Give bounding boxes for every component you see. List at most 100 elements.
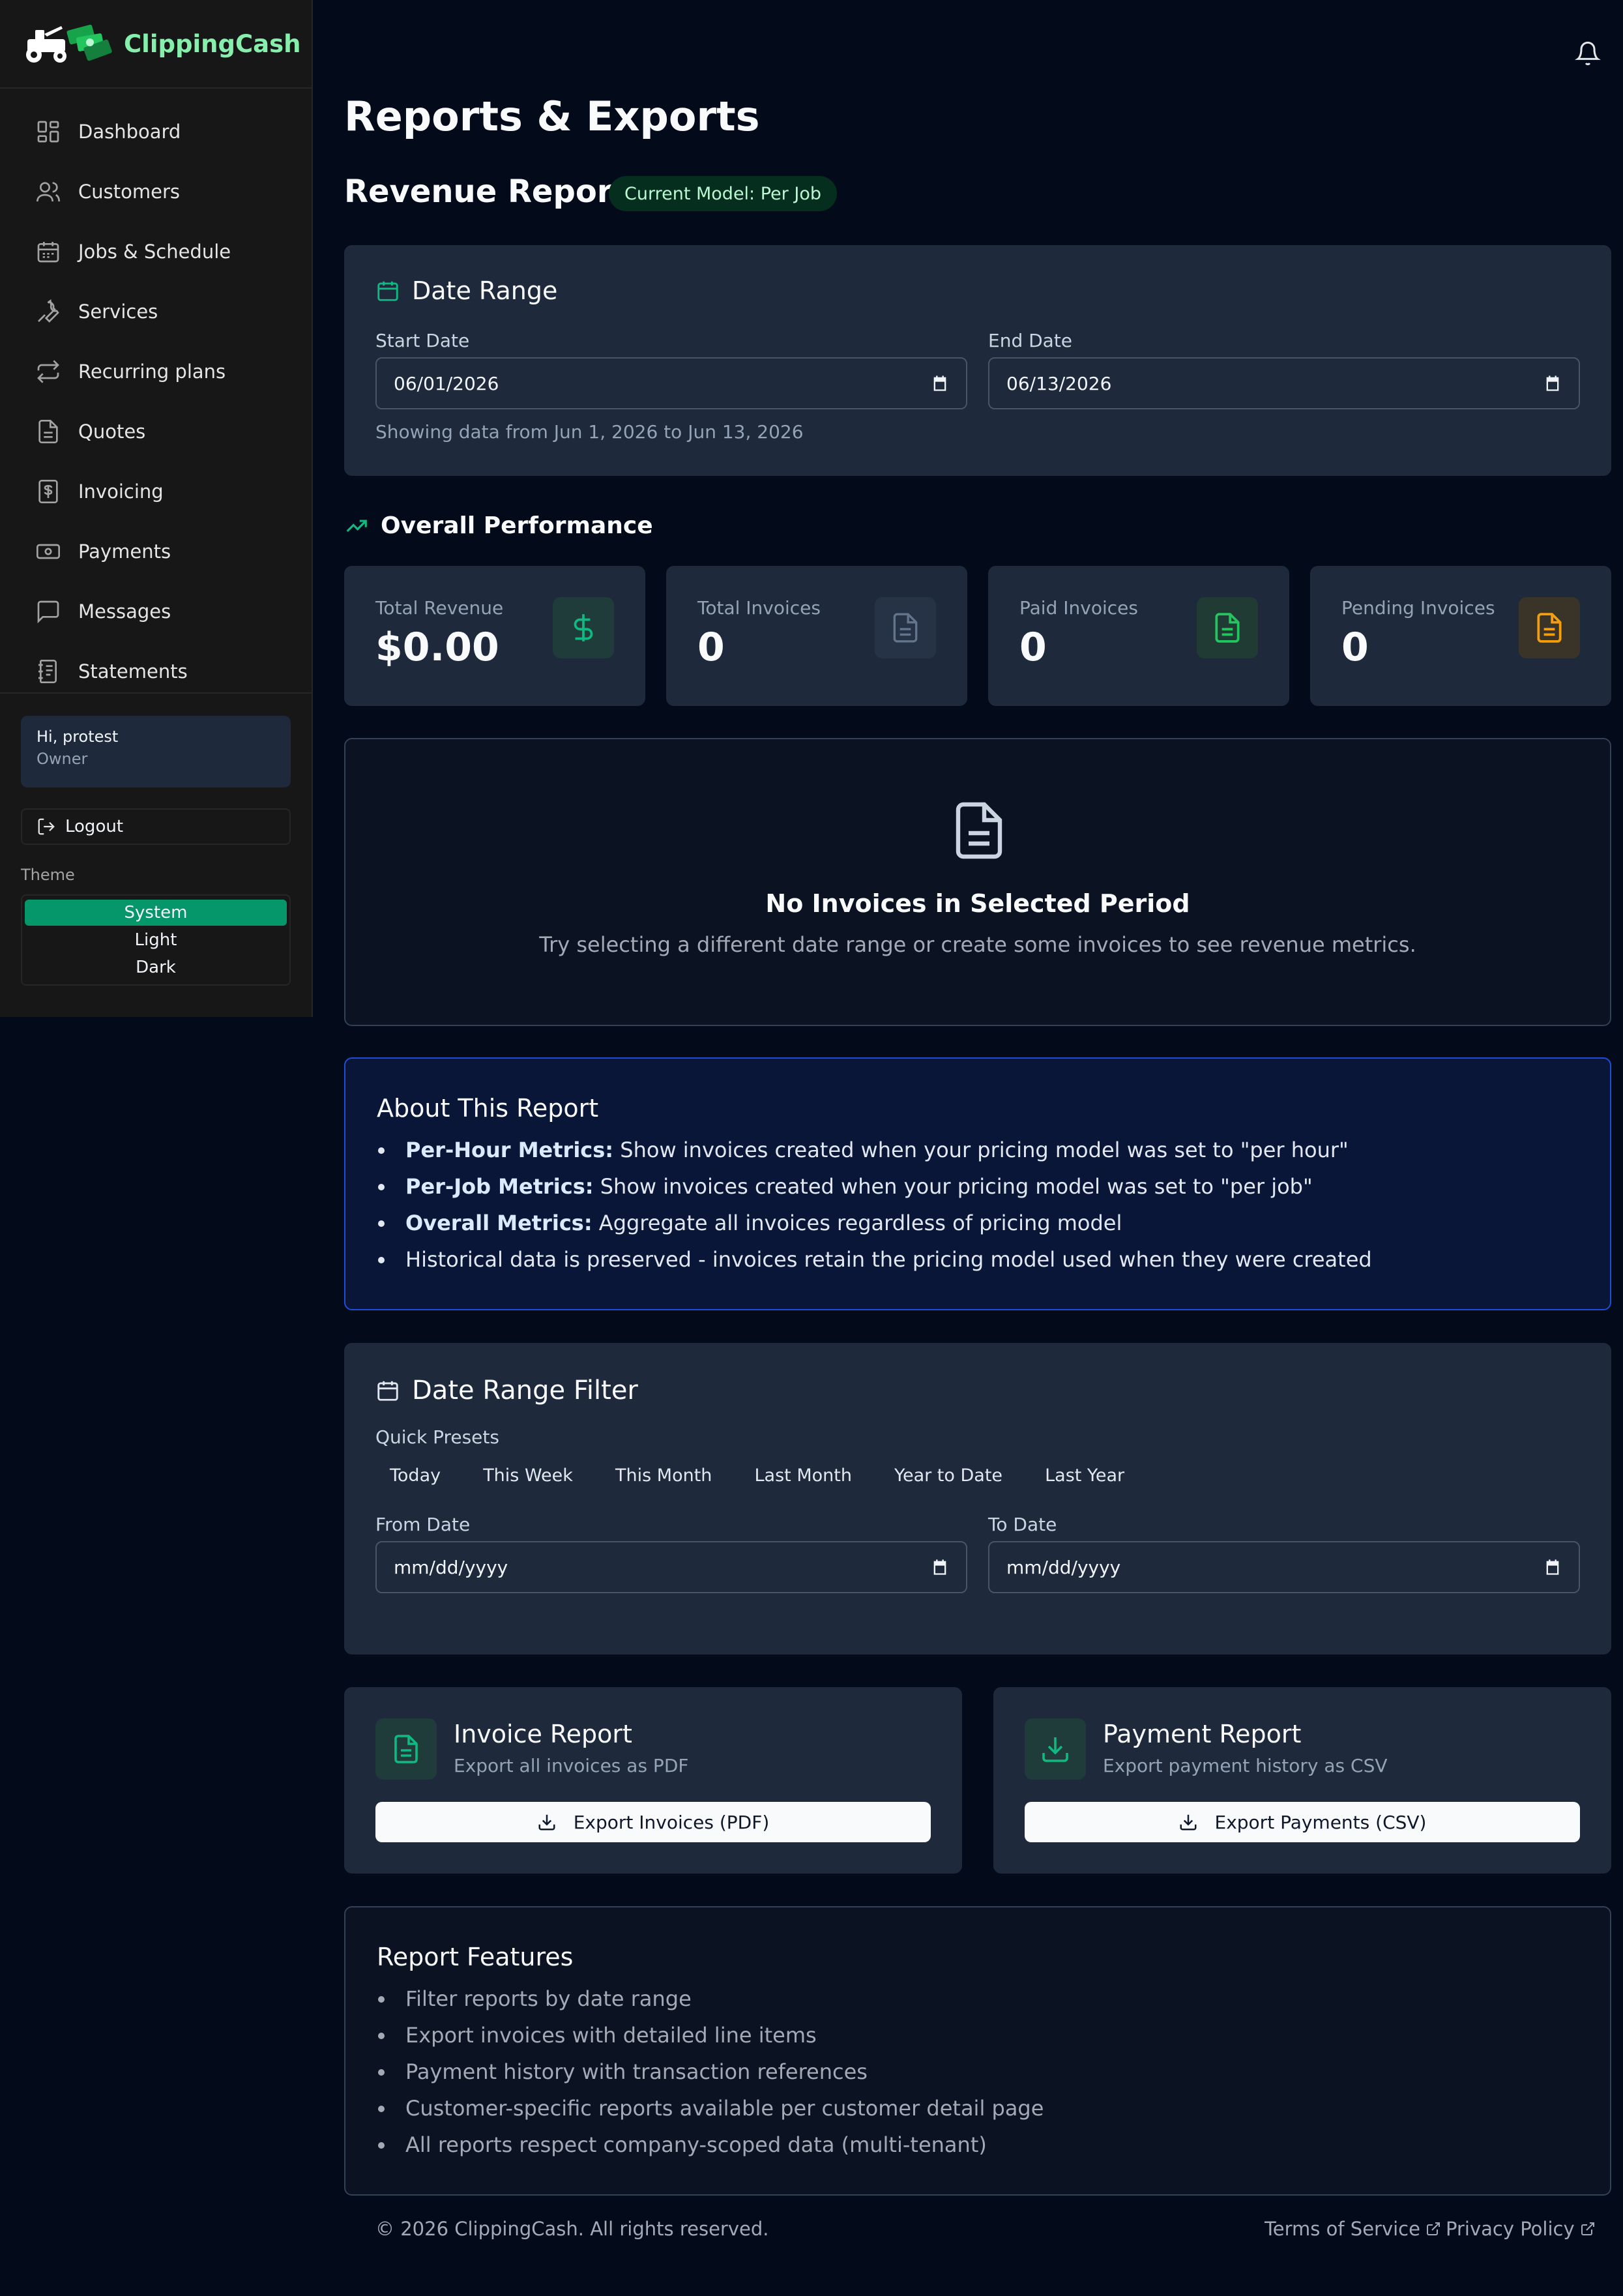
- export-payments-button[interactable]: Export Payments (CSV): [1025, 1802, 1580, 1842]
- document-icon: [1537, 613, 1562, 643]
- about-report-list: Per-Hour Metrics: Show invoices created …: [377, 1132, 1589, 1278]
- sidebar-item-jobs-schedule[interactable]: Jobs & Schedule: [0, 222, 312, 282]
- list-item: Overall Metrics: Aggregate all invoices …: [377, 1205, 1589, 1241]
- sidebar-item-dashboard[interactable]: Dashboard: [0, 102, 312, 162]
- sidebar-item-label: Statements: [78, 660, 188, 683]
- list-item: All reports respect company-scoped data …: [377, 2127, 1589, 2163]
- document-icon: [38, 420, 58, 443]
- stat-value: 0: [1019, 625, 1047, 670]
- list-item: Customer-specific reports available per …: [377, 2090, 1589, 2127]
- end-date-input[interactable]: 06/13/2026: [988, 357, 1580, 409]
- stat-card-total-revenue: Total Revenue $0.00: [344, 566, 645, 706]
- sidebar-nav: Dashboard Customers Jobs & Schedule Serv…: [0, 89, 312, 701]
- download-icon: [538, 1814, 555, 1831]
- theme-option-light[interactable]: Light: [25, 927, 287, 953]
- invoice-report-subtitle: Export all invoices as PDF: [454, 1755, 689, 1776]
- to-date-label: To Date: [988, 1514, 1057, 1535]
- stat-label: Total Invoices: [697, 597, 821, 619]
- theme-label: Theme: [21, 866, 75, 884]
- pricing-model-badge: Current Model: Per Job: [609, 176, 837, 211]
- repeat-icon: [37, 360, 59, 383]
- trending-up-icon: [346, 520, 367, 532]
- calendar-picker-icon[interactable]: [931, 1558, 949, 1576]
- list-item-text: Aggregate all invoices regardless of pri…: [592, 1211, 1122, 1235]
- about-report-title: About This Report: [377, 1094, 599, 1123]
- preset-this-month[interactable]: This Month: [615, 1465, 712, 1486]
- stat-icon-box: [875, 597, 936, 658]
- external-link-icon: [1426, 2222, 1440, 2235]
- sidebar-item-invoicing[interactable]: Invoicing: [0, 462, 312, 522]
- terms-of-service-link[interactable]: Terms of Service: [1265, 2218, 1441, 2240]
- stat-label: Pending Invoices: [1341, 597, 1495, 619]
- sidebar-item-label: Payments: [78, 540, 171, 563]
- lawnmower-logo-icon: [26, 24, 112, 63]
- sidebar-item-payments[interactable]: Payments: [0, 522, 312, 581]
- sidebar-item-quotes[interactable]: Quotes: [0, 402, 312, 462]
- dollar-icon: [574, 614, 593, 641]
- stat-card-total-invoices: Total Invoices 0: [666, 566, 967, 706]
- sidebar-item-services[interactable]: Services: [0, 282, 312, 342]
- calendar-picker-icon[interactable]: [931, 374, 949, 392]
- start-date-input[interactable]: 06/01/2026: [375, 357, 967, 409]
- revenue-report-title: Revenue Report: [344, 173, 628, 210]
- document-icon: [893, 613, 918, 643]
- calendar-icon: [377, 1381, 398, 1401]
- payment-report-title: Payment Report: [1103, 1720, 1302, 1748]
- date-range-filter-card: Date Range Filter Quick Presets Today Th…: [344, 1343, 1611, 1655]
- user-greeting: Hi, protest: [37, 728, 119, 746]
- dollar-document-icon: [38, 480, 58, 503]
- preset-today[interactable]: Today: [390, 1465, 441, 1486]
- theme-option-dark[interactable]: Dark: [25, 954, 287, 980]
- stat-label: Paid Invoices: [1019, 597, 1138, 619]
- report-features-list: Filter reports by date range Export invo…: [377, 1980, 1589, 2163]
- document-icon: [394, 1735, 418, 1763]
- download-icon: [1042, 1737, 1068, 1762]
- quick-presets: Today This Week This Month Last Month Ye…: [390, 1465, 1163, 1486]
- export-invoices-button[interactable]: Export Invoices (PDF): [375, 1802, 931, 1842]
- end-date-value: 06/13/2026: [1006, 372, 1112, 394]
- date-range-filter-header: Date Range Filter: [375, 1376, 638, 1406]
- preset-year-to-date[interactable]: Year to Date: [894, 1465, 1002, 1486]
- terms-of-service-label: Terms of Service: [1265, 2218, 1420, 2240]
- privacy-policy-link[interactable]: Privacy Policy: [1446, 2218, 1596, 2240]
- preset-last-month[interactable]: Last Month: [755, 1465, 852, 1486]
- list-item: Payment history with transaction referen…: [377, 2053, 1589, 2090]
- bell-icon[interactable]: [1575, 40, 1601, 66]
- empty-state-title: No Invoices in Selected Period: [765, 889, 1190, 918]
- from-date-input[interactable]: mm/dd/yyyy: [375, 1541, 967, 1593]
- payment-report-card: Payment Report Export payment history as…: [993, 1687, 1611, 1874]
- sidebar-item-customers[interactable]: Customers: [0, 162, 312, 222]
- brand[interactable]: ClippingCash: [0, 0, 312, 89]
- report-features-card: Report Features Filter reports by date r…: [344, 1906, 1611, 2196]
- theme-selector: System Light Dark: [21, 894, 291, 986]
- user-role: Owner: [37, 750, 88, 768]
- sidebar-footer: Hi, protest Owner Logout Theme System Li…: [0, 692, 312, 986]
- export-icon-box: [375, 1718, 437, 1780]
- start-date-label: Start Date: [375, 330, 470, 351]
- to-date-placeholder: mm/dd/yyyy: [1006, 1556, 1121, 1578]
- payment-report-subtitle: Export payment history as CSV: [1103, 1755, 1388, 1776]
- preset-this-week[interactable]: This Week: [483, 1465, 573, 1486]
- sidebar-item-label: Recurring plans: [78, 361, 226, 383]
- export-payments-label: Export Payments (CSV): [1214, 1811, 1427, 1833]
- calendar-icon: [37, 242, 59, 263]
- sidebar-item-recurring-plans[interactable]: Recurring plans: [0, 342, 312, 402]
- date-range-summary: Showing data from Jun 1, 2026 to Jun 13,…: [375, 421, 804, 443]
- theme-option-system[interactable]: System: [25, 900, 287, 926]
- stat-icon-box: [553, 597, 614, 658]
- logout-button[interactable]: Logout: [21, 808, 291, 845]
- stat-value: 0: [1341, 625, 1369, 670]
- preset-last-year[interactable]: Last Year: [1045, 1465, 1124, 1486]
- stat-value: $0.00: [375, 625, 499, 670]
- calendar-picker-icon[interactable]: [1543, 1558, 1562, 1576]
- calendar-icon: [377, 281, 398, 301]
- report-features-title: Report Features: [377, 1943, 574, 1971]
- sidebar-item-messages[interactable]: Messages: [0, 581, 312, 641]
- user-card: Hi, protest Owner: [21, 716, 291, 787]
- date-range-header: Date Range: [375, 276, 557, 305]
- calendar-picker-icon[interactable]: [1543, 374, 1562, 392]
- sidebar-item-label: Invoicing: [78, 480, 164, 503]
- to-date-input[interactable]: mm/dd/yyyy: [988, 1541, 1580, 1593]
- stat-card-pending-invoices: Pending Invoices 0: [1310, 566, 1611, 706]
- sidebar-item-label: Dashboard: [78, 121, 181, 143]
